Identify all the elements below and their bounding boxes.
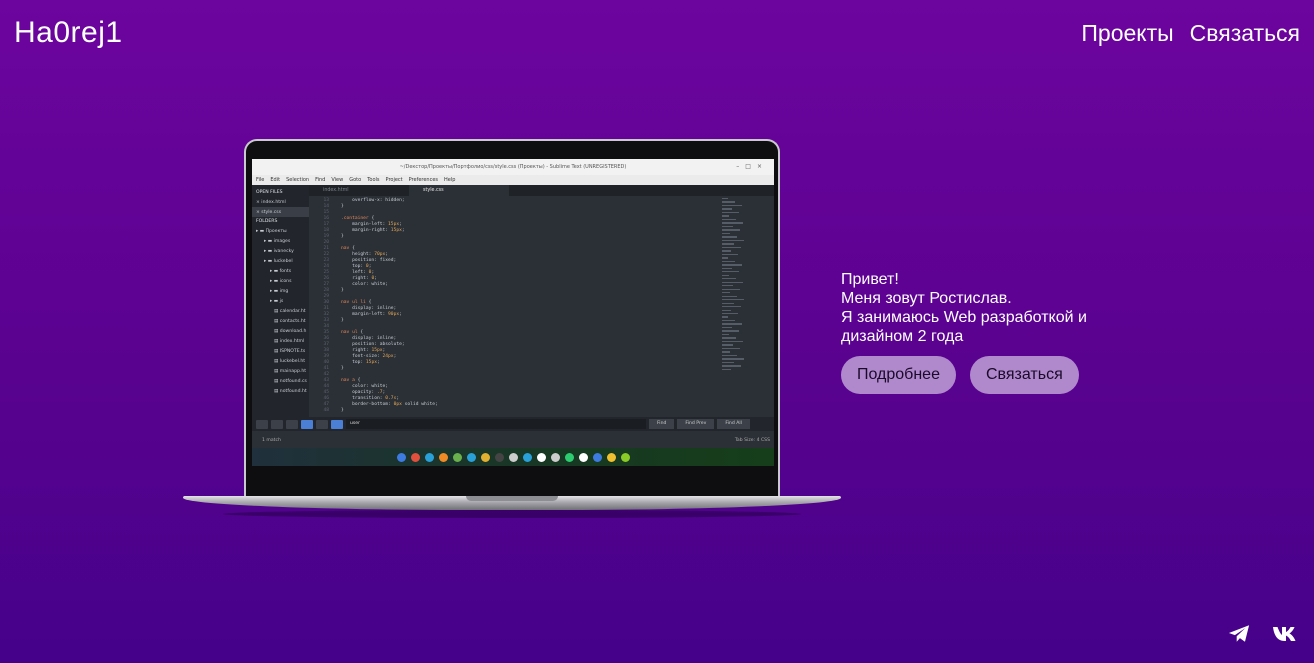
folder-tree-item: ▤ mainapp.ht xyxy=(274,368,307,374)
status-right: Tab Size: 4 CSS xyxy=(734,438,770,443)
window-titlebar: ~/Dекстор/Проекты/Портфолио/css/style.cs… xyxy=(252,159,774,175)
folder-tree-item: ▤ contacts.ht xyxy=(274,318,306,324)
code-line: 48} xyxy=(323,408,344,413)
dock-app-icon xyxy=(452,452,462,462)
more-button[interactable]: Подробнее xyxy=(841,356,956,394)
folder-tree-item: ▸ ▬ icons xyxy=(270,278,292,284)
folder-tree-item: ▤ download.h xyxy=(274,328,307,334)
folder-tree-item: ▸ ▬ images xyxy=(264,238,291,244)
editor-menu-item: View xyxy=(331,177,344,183)
dock-app-icon xyxy=(438,452,448,462)
folder-tree-item: ▤ notfound.ht xyxy=(274,388,307,394)
selection-toggle-icon xyxy=(316,419,328,429)
code-minimap xyxy=(722,198,762,371)
main-nav: Проекты Связаться xyxy=(1081,20,1300,47)
folder-tree-item: ▤ ISPNOTE.ts xyxy=(274,348,306,354)
editor-menu-item: Find xyxy=(315,177,326,183)
laptop-screen: ~/Dекстор/Проекты/Портфолио/css/style.cs… xyxy=(252,159,774,466)
dock-app-icon xyxy=(606,452,616,462)
folder-tree-item: ▤ calendar.ht xyxy=(274,308,306,314)
editor-menu-item: Goto xyxy=(349,177,362,183)
vk-icon[interactable] xyxy=(1272,626,1299,642)
word-toggle-icon xyxy=(286,419,298,429)
open-files-header: OPEN FILES xyxy=(256,190,283,195)
laptop-notch xyxy=(466,496,558,501)
dock-app-icon xyxy=(592,452,602,462)
find-input: user xyxy=(346,419,646,429)
regex-toggle-icon xyxy=(256,419,268,429)
dock-app-icon xyxy=(578,452,588,462)
code-area: index.html style.css 13 overflow-x: hidd… xyxy=(309,185,774,417)
find-button: Find xyxy=(649,419,675,429)
intro-text: Привет! Меня зовут Ростислав. Я занимаюс… xyxy=(841,270,1101,346)
dock-app-icon xyxy=(536,452,546,462)
dock-app-icon xyxy=(620,452,630,462)
laptop-mockup: ~/Dекстор/Проекты/Портфолио/css/style.cs… xyxy=(183,139,841,519)
editor-tab: index.html xyxy=(323,188,349,193)
editor-menubar: File Edit Selection Find View Goto Tools Projec… xyxy=(252,175,774,185)
find-all-button: Find All xyxy=(717,419,750,429)
open-file-item: × style.css xyxy=(252,207,309,217)
open-file-item: × index.html xyxy=(256,199,286,205)
site-logo[interactable]: Ha0rej1 xyxy=(14,16,123,50)
folder-tree-item: ▤ notfound.cs xyxy=(274,378,307,384)
folder-tree-item: ▸ ▬ fonts xyxy=(270,268,292,274)
folder-tree-item: ▸ ▬ Проекты xyxy=(256,228,287,234)
editor-menu-item: Tools xyxy=(367,177,380,183)
dock-app-icon xyxy=(480,452,490,462)
status-left: 1 match xyxy=(262,438,281,443)
find-bar: user Find Find Prev Find All xyxy=(252,417,774,431)
dock-app-icon xyxy=(466,452,476,462)
dock-app-icon xyxy=(494,452,504,462)
nav-link-projects[interactable]: Проекты xyxy=(1081,20,1173,47)
folder-tree-item: ▤ luckebel.ht xyxy=(274,358,306,364)
wrap-toggle-icon xyxy=(301,419,313,429)
editor-menu-item: Help xyxy=(444,177,456,183)
social-links xyxy=(1228,624,1299,643)
editor-menu-item: Edit xyxy=(270,177,281,183)
intro-buttons: Подробнее Связаться xyxy=(841,356,1079,394)
laptop-shadow xyxy=(223,510,801,518)
find-prev-button: Find Prev xyxy=(677,419,715,429)
folder-tree-item: ▸ ▬ js xyxy=(270,298,284,304)
highlight-toggle-icon xyxy=(331,419,343,429)
editor-sidebar: OPEN FILES × index.html × style.css FOLDERS… xyxy=(252,185,309,417)
folder-tree-item: ▸ ▬ img xyxy=(270,288,289,294)
contact-button[interactable]: Связаться xyxy=(969,356,1079,394)
editor-menu-item: Project xyxy=(385,177,403,183)
intro-line: Я занимаюсь Web разработкой и дизайном 2… xyxy=(841,309,1087,345)
folders-header: FOLDERS xyxy=(256,219,278,224)
editor-menu-item: Preferences xyxy=(408,177,439,183)
folder-tree-item: ▤ index.html xyxy=(274,338,305,344)
dock-app-icon xyxy=(564,452,574,462)
folder-tree-item: ▸ ▬ luckebel xyxy=(264,258,293,264)
editor-tabs: index.html style.css xyxy=(309,185,774,196)
dock-app-icon xyxy=(410,452,420,462)
intro-line: Привет! xyxy=(841,271,899,288)
dock-app-icon xyxy=(424,452,434,462)
dock-app-icon xyxy=(550,452,560,462)
intro-line: Меня зовут Ростислав. xyxy=(841,290,1012,307)
editor-menu-item: File xyxy=(256,177,265,183)
editor-menu-item: Selection xyxy=(286,177,310,183)
dock-app-icon xyxy=(396,452,406,462)
editor-tab-active: style.css xyxy=(409,185,509,196)
dock-app-icon xyxy=(508,452,518,462)
telegram-icon[interactable] xyxy=(1228,624,1250,643)
case-toggle-icon xyxy=(271,419,283,429)
nav-link-contact[interactable]: Связаться xyxy=(1190,20,1300,47)
folder-tree-item: ▸ ▬ ivanecky xyxy=(264,248,294,254)
editor: OPEN FILES × index.html × style.css FOLDERS… xyxy=(252,185,774,417)
window-controls-icon: –□× xyxy=(736,163,768,170)
laptop-lid: ~/Dекстор/Проекты/Портфолио/css/style.cs… xyxy=(244,139,780,499)
editor-statusbar: 1 match Tab Size: 4 CSS xyxy=(252,436,774,446)
dock-app-icon xyxy=(522,452,532,462)
code-content: 13 overflow-x: hidden; 14} 15 16 .container … xyxy=(309,196,774,417)
desktop-dock xyxy=(252,448,774,466)
window-title: ~/Dекстор/Проекты/Портфолио/css/style.cs… xyxy=(399,164,627,170)
